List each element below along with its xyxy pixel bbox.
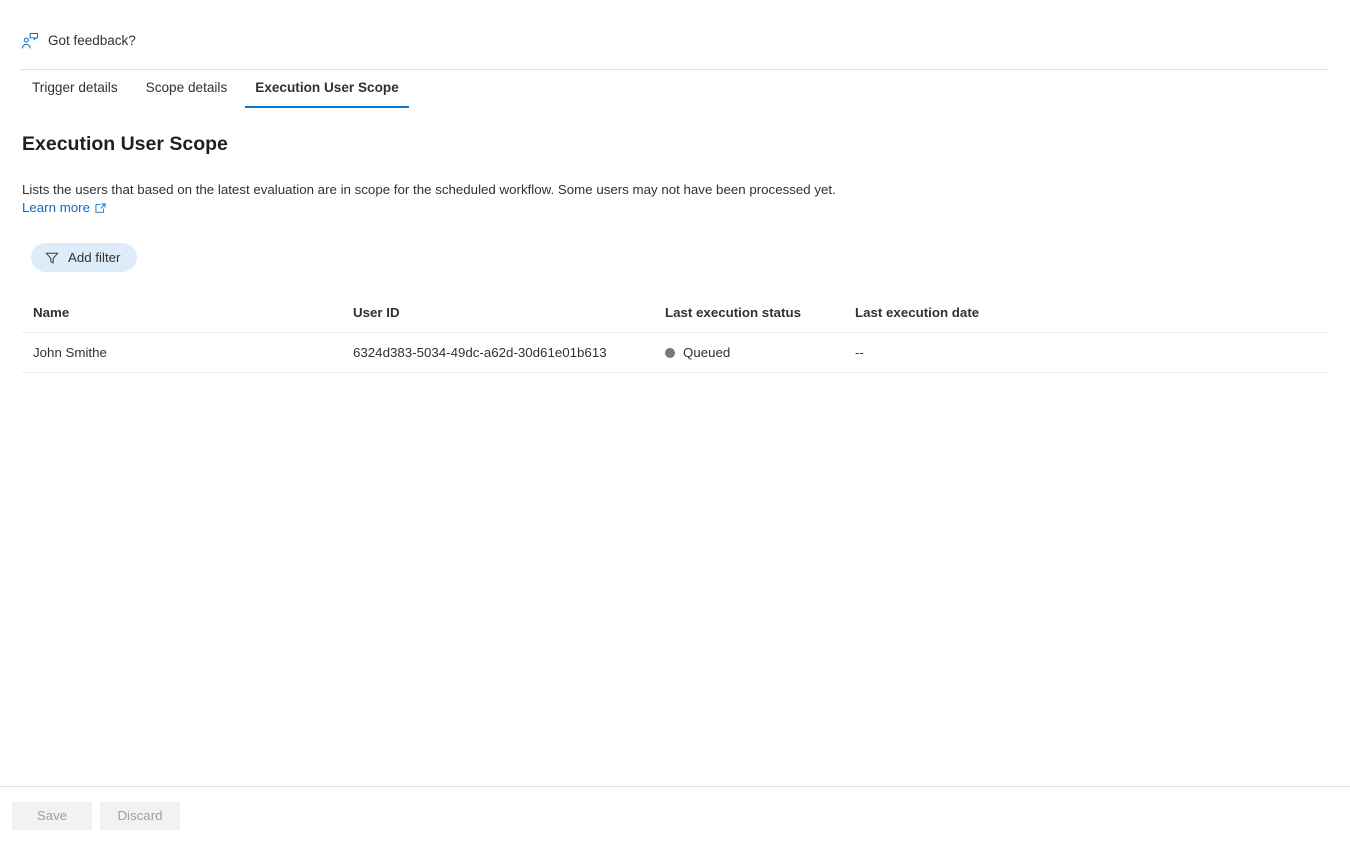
feedback-person-icon bbox=[21, 32, 39, 50]
tab-trigger-details[interactable]: Trigger details bbox=[18, 74, 132, 108]
discard-button[interactable]: Discard bbox=[100, 801, 180, 830]
description-text: Lists the users that based on the latest… bbox=[22, 182, 836, 197]
column-header-last-execution-date[interactable]: Last execution date bbox=[844, 305, 1329, 333]
tab-bar: Trigger details Scope details Execution … bbox=[18, 74, 413, 108]
add-filter-label: Add filter bbox=[68, 250, 121, 265]
status-dot-icon bbox=[665, 347, 675, 358]
cell-user-id: 6324d383-5034-49dc-a62d-30d61e01b613 bbox=[342, 332, 654, 373]
funnel-icon bbox=[45, 251, 59, 265]
page-description: Lists the users that based on the latest… bbox=[0, 181, 1100, 217]
page-title: Execution User Scope bbox=[22, 133, 228, 155]
tab-label: Scope details bbox=[145, 80, 228, 95]
main-content: Execution User Scope Lists the users tha… bbox=[0, 118, 1350, 373]
table-header-row: Name User ID Last execution status Last … bbox=[22, 305, 1329, 333]
tab-label: Execution User Scope bbox=[255, 80, 399, 95]
column-header-name[interactable]: Name bbox=[22, 305, 342, 333]
column-header-last-execution-status[interactable]: Last execution status bbox=[654, 305, 844, 333]
column-header-user-id[interactable]: User ID bbox=[342, 305, 654, 333]
page-root: Got feedback? Trigger details Scope deta… bbox=[0, 0, 1350, 844]
tab-label: Trigger details bbox=[32, 80, 118, 95]
cell-last-execution-date: -- bbox=[844, 332, 1329, 373]
feedback-bar: Got feedback? bbox=[0, 0, 1350, 70]
cell-last-execution-status: Queued bbox=[654, 332, 844, 373]
execution-user-scope-table: Name User ID Last execution status Last … bbox=[0, 305, 1350, 373]
tab-scope-details[interactable]: Scope details bbox=[132, 74, 242, 108]
tab-execution-user-scope[interactable]: Execution User Scope bbox=[241, 74, 413, 108]
learn-more-label: Learn more bbox=[22, 200, 90, 215]
save-button[interactable]: Save bbox=[12, 801, 92, 830]
table-row[interactable]: John Smithe 6324d383-5034-49dc-a62d-30d6… bbox=[22, 332, 1329, 373]
got-feedback-label: Got feedback? bbox=[48, 33, 136, 49]
add-filter-button[interactable]: Add filter bbox=[31, 243, 138, 272]
cell-name: John Smithe bbox=[22, 332, 342, 373]
status-badge: Queued bbox=[683, 345, 731, 360]
header-divider bbox=[20, 69, 1329, 70]
filter-toolbar: Add filter bbox=[0, 243, 1350, 272]
footer-actions: Save Discard bbox=[0, 787, 1350, 844]
external-link-icon bbox=[95, 203, 106, 214]
got-feedback-link[interactable]: Got feedback? bbox=[21, 32, 136, 50]
learn-more-link[interactable]: Learn more bbox=[22, 199, 106, 217]
